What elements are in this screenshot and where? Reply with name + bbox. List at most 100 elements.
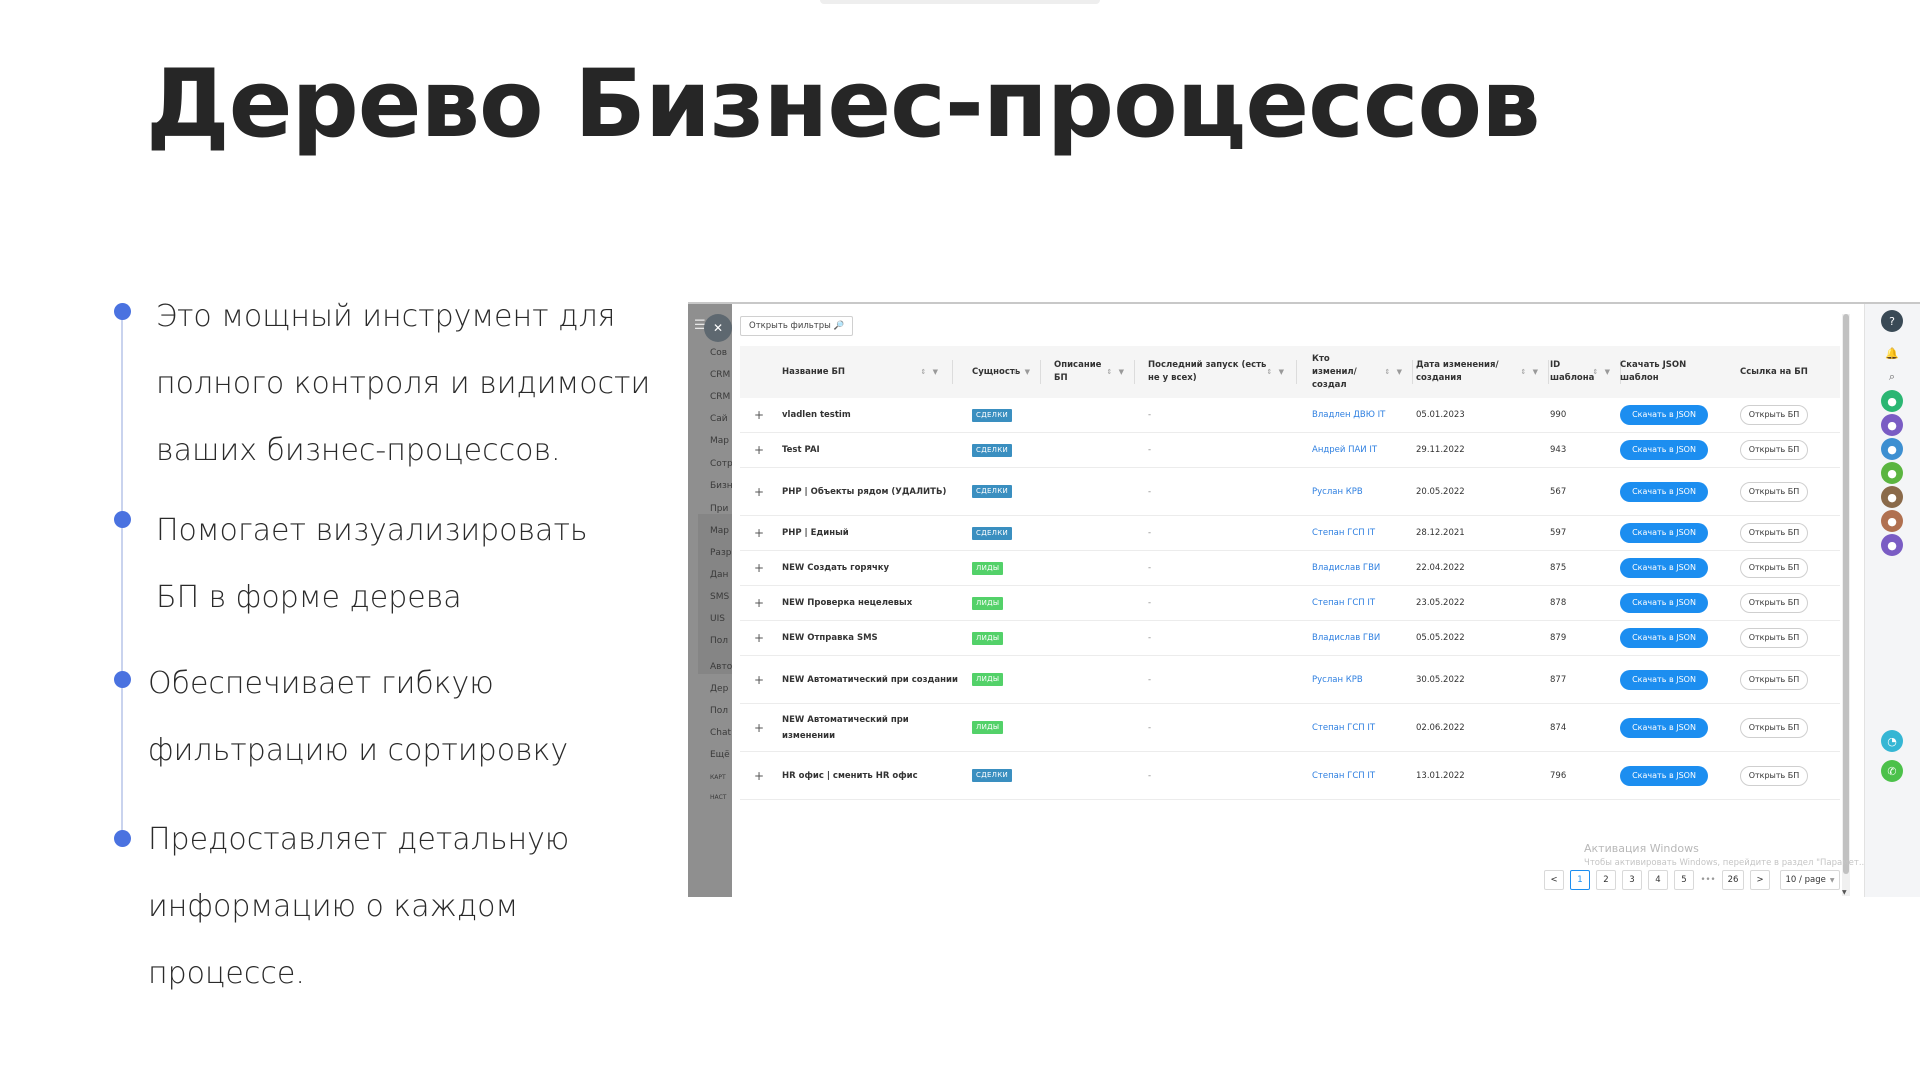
modified-by-link[interactable]: Владислав ГВИ: [1312, 551, 1422, 585]
expand-row-button[interactable]: +: [754, 704, 774, 751]
sidebar-nav-item[interactable]: Ещё: [710, 750, 732, 760]
pagination-ellipsis[interactable]: •••: [1698, 870, 1718, 890]
table-row[interactable]: + PHP | Единый СДЕЛКИ - Степан ГСП IT 28.12.2…: [740, 516, 1840, 551]
sidebar-nav-item[interactable]: Сай: [710, 414, 732, 424]
download-json-button[interactable]: Скачать в JSON: [1620, 717, 1708, 738]
column-header-description[interactable]: Описание БП ⇕ ▼: [1048, 346, 1132, 398]
sort-filter-icon[interactable]: ⇕ ▼: [1013, 366, 1032, 379]
open-bp-button[interactable]: Открыть БП: [1740, 628, 1808, 648]
user-avatar[interactable]: ●: [1881, 534, 1903, 556]
table-row[interactable]: + Test PAI СДЕЛКИ - Андрей ПАИ IT 29.11.2022 9…: [740, 433, 1840, 468]
search-icon[interactable]: ⌕: [1881, 366, 1903, 388]
modified-by-link[interactable]: Владлен ДВЮ IT: [1312, 398, 1422, 432]
modified-by-link[interactable]: Степан ГСП IT: [1312, 704, 1422, 751]
table-row[interactable]: + NEW Создать горячку ЛИДЫ - Владислав ГВИ 22…: [740, 551, 1840, 586]
modified-by-link[interactable]: Владислав ГВИ: [1312, 621, 1422, 655]
sidebar-nav-item[interactable]: Авто: [710, 662, 732, 672]
bell-icon[interactable]: 🔔: [1881, 342, 1903, 364]
user-avatar[interactable]: ●: [1881, 438, 1903, 460]
table-row[interactable]: + NEW Автоматический при изменении ЛИДЫ - Ст…: [740, 704, 1840, 752]
table-row[interactable]: + vladlen testim СДЕЛКИ - Владлен ДВЮ IT 05.0…: [740, 398, 1840, 433]
pagination-page-1[interactable]: 1: [1570, 870, 1590, 890]
expand-row-button[interactable]: +: [754, 551, 774, 585]
table-row[interactable]: + NEW Проверка нецелевых ЛИДЫ - Степан ГСП I…: [740, 586, 1840, 621]
download-json-button[interactable]: Скачать в JSON: [1620, 558, 1708, 578]
modified-by-link[interactable]: Руслан КРВ: [1312, 468, 1422, 515]
chat-icon[interactable]: ◔: [1881, 730, 1903, 752]
sort-filter-icon[interactable]: ⇕ ▼: [1385, 366, 1404, 379]
column-header-who[interactable]: Кто изменил/ создал ⇕ ▼: [1306, 346, 1410, 398]
expand-row-button[interactable]: +: [754, 398, 774, 432]
open-bp-button[interactable]: Открыть БП: [1740, 765, 1808, 786]
open-bp-button[interactable]: Открыть БП: [1740, 669, 1808, 690]
user-avatar[interactable]: ●: [1881, 390, 1903, 412]
sidebar-nav-item[interactable]: При: [710, 504, 732, 514]
pagination-last-page[interactable]: 26: [1722, 870, 1744, 890]
column-header-entity[interactable]: Сущность ⇕ ▼: [966, 346, 1038, 398]
download-json-button[interactable]: Скачать в JSON: [1620, 628, 1708, 648]
sidebar-nav-item[interactable]: UIS: [710, 614, 732, 624]
sidebar-nav-item[interactable]: SMS: [710, 592, 732, 602]
sidebar-nav-item[interactable]: Разр: [710, 548, 732, 558]
sidebar-nav-item[interactable]: CRM: [710, 392, 732, 402]
sort-filter-icon[interactable]: ⇕ ▼: [1107, 366, 1126, 379]
table-row[interactable]: + HR офис | сменить HR офис СДЕЛКИ - Степан …: [740, 752, 1840, 800]
scroll-down-icon[interactable]: ▼: [1842, 889, 1847, 896]
sort-filter-icon[interactable]: ⇕ ▼: [1521, 366, 1540, 379]
user-avatar[interactable]: ●: [1881, 462, 1903, 484]
sidebar-nav-item[interactable]: Chat: [710, 728, 732, 738]
user-avatar[interactable]: ●: [1881, 414, 1903, 436]
download-json-button[interactable]: Скачать в JSON: [1620, 765, 1708, 786]
open-bp-button[interactable]: Открыть БП: [1740, 523, 1808, 543]
sidebar-nav-item[interactable]: Дан: [710, 570, 732, 580]
sidebar-nav-item[interactable]: Дер: [710, 684, 732, 694]
user-photo[interactable]: ●: [1881, 486, 1903, 508]
sidebar-nav-item[interactable]: Мар: [710, 526, 732, 536]
modified-by-link[interactable]: Степан ГСП IT: [1312, 586, 1422, 620]
open-bp-button[interactable]: Открыть БП: [1740, 440, 1808, 460]
expand-row-button[interactable]: +: [754, 752, 774, 799]
download-json-button[interactable]: Скачать в JSON: [1620, 523, 1708, 543]
modified-by-link[interactable]: Степан ГСП IT: [1312, 516, 1422, 550]
download-json-button[interactable]: Скачать в JSON: [1620, 405, 1708, 425]
open-bp-button[interactable]: Открыть БП: [1740, 558, 1808, 578]
sidebar-nav-item[interactable]: КАРТ: [710, 774, 732, 781]
sidebar-nav-item[interactable]: Сов: [710, 348, 732, 358]
download-json-button[interactable]: Скачать в JSON: [1620, 481, 1708, 502]
modified-by-link[interactable]: Руслан КРВ: [1312, 656, 1422, 703]
column-header-template-id[interactable]: ID шаблона ⇕ ▼: [1544, 346, 1618, 398]
pagination-page-2[interactable]: 2: [1596, 870, 1616, 890]
open-bp-button[interactable]: Открыть БП: [1740, 717, 1808, 738]
sort-filter-icon[interactable]: ⇕ ▼: [1267, 366, 1286, 379]
pagination-next[interactable]: >: [1750, 870, 1770, 890]
table-row[interactable]: + NEW Отправка SMS ЛИДЫ - Владислав ГВИ 05.05…: [740, 621, 1840, 656]
sidebar-nav-item[interactable]: CRM: [710, 370, 732, 380]
expand-row-button[interactable]: +: [754, 468, 774, 515]
download-json-button[interactable]: Скачать в JSON: [1620, 593, 1708, 613]
table-row[interactable]: + NEW Автоматический при создании ЛИДЫ - Рус…: [740, 656, 1840, 704]
sort-filter-icon[interactable]: ⇕ ▼: [1593, 366, 1612, 379]
expand-row-button[interactable]: +: [754, 586, 774, 620]
open-filters-button[interactable]: Открыть фильтры 🔎: [740, 316, 854, 336]
sidebar-nav-item[interactable]: Сотр: [710, 459, 732, 469]
expand-row-button[interactable]: +: [754, 433, 774, 467]
open-bp-button[interactable]: Открыть БП: [1740, 593, 1808, 613]
download-json-button[interactable]: Скачать в JSON: [1620, 440, 1708, 460]
open-bp-button[interactable]: Открыть БП: [1740, 481, 1808, 502]
modified-by-link[interactable]: Степан ГСП IT: [1312, 752, 1422, 799]
sidebar-nav-item[interactable]: Мар: [710, 436, 732, 446]
column-header-last-run[interactable]: Последний запуск (есть не у всех) ⇕ ▼: [1142, 346, 1292, 398]
sort-filter-icon[interactable]: ⇕ ▼: [921, 366, 940, 379]
phone-icon[interactable]: ✆: [1881, 760, 1903, 782]
page-size-select[interactable]: 10 / page ▼: [1780, 870, 1840, 890]
sidebar-nav-item[interactable]: Пол: [710, 706, 732, 716]
table-row[interactable]: + PHP | Объекты рядом (УДАЛИТЬ) СДЕЛКИ - Рус…: [740, 468, 1840, 516]
modified-by-link[interactable]: Андрей ПАИ IT: [1312, 433, 1422, 467]
scrollbar-thumb[interactable]: [1843, 314, 1849, 874]
pagination-prev[interactable]: <: [1544, 870, 1564, 890]
pagination-page-4[interactable]: 4: [1648, 870, 1668, 890]
expand-row-button[interactable]: +: [754, 656, 774, 703]
sidebar-nav-item[interactable]: Бизн: [710, 481, 732, 491]
user-photo[interactable]: ●: [1881, 510, 1903, 532]
vertical-scrollbar[interactable]: ▼: [1842, 314, 1850, 896]
